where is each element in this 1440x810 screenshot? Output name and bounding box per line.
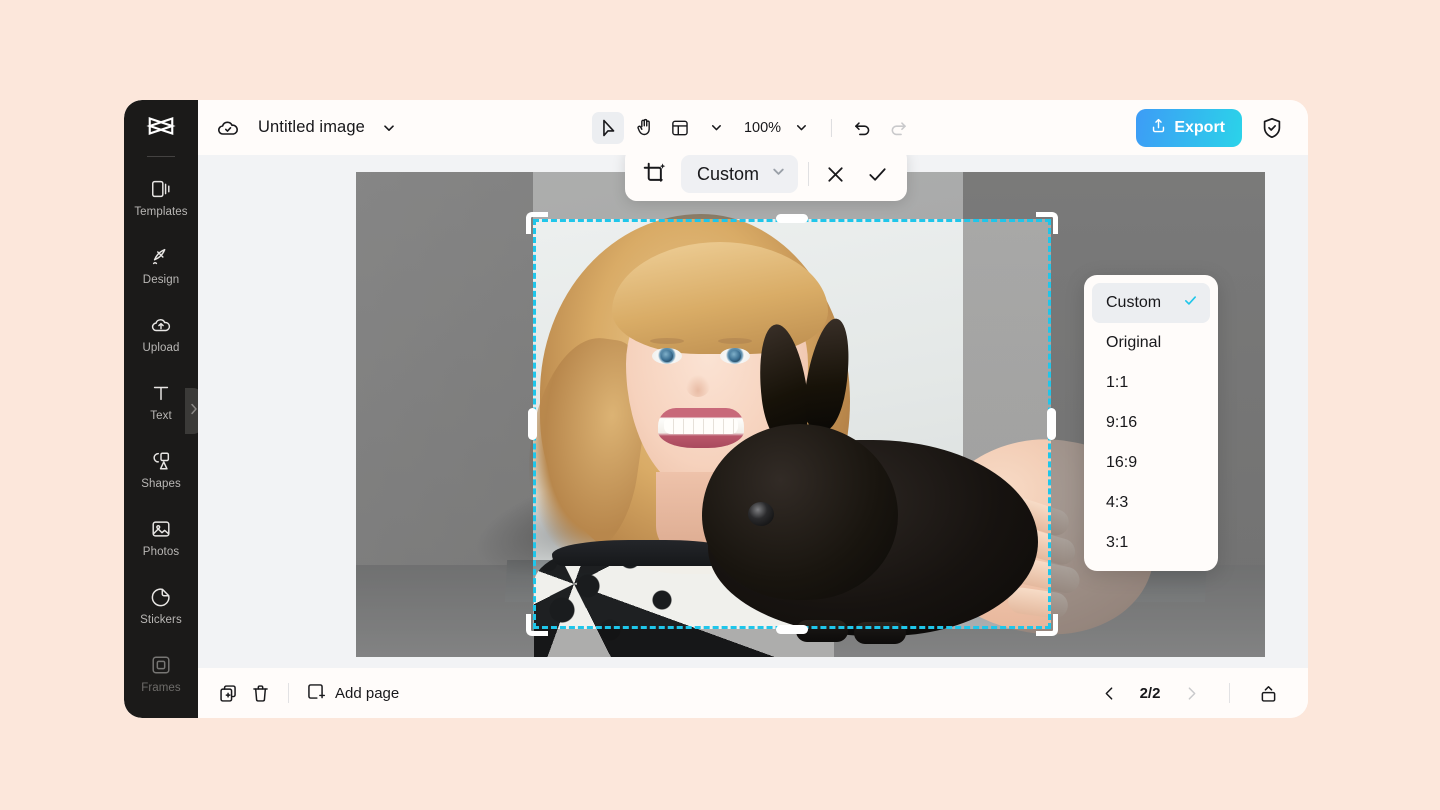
sidebar-item-templates[interactable]: Templates [124, 163, 198, 231]
add-page-label: Add page [335, 685, 399, 702]
sidebar-item-frames[interactable]: Frames [124, 639, 198, 707]
add-page-button[interactable]: Add page [305, 681, 399, 706]
ratio-option-16-9[interactable]: 16:9 [1092, 443, 1210, 483]
stickers-icon [150, 585, 172, 609]
crop-handle-left[interactable] [528, 408, 537, 440]
main-column: Untitled image [198, 100, 1308, 718]
sidebar-item-label: Photos [143, 546, 179, 558]
topbar-right-group: Export [1136, 109, 1288, 147]
top-toolbar: Untitled image [198, 100, 1308, 155]
text-icon [150, 381, 172, 405]
crop-confirm-button[interactable] [861, 158, 893, 190]
aspect-ratio-value: Custom [697, 164, 759, 185]
chevron-left-icon[interactable] [1093, 677, 1125, 709]
crop-handle-bottom-right[interactable] [1036, 614, 1058, 636]
sidebar-item-shapes[interactable]: Shapes [124, 435, 198, 503]
chevron-right-icon [190, 402, 198, 420]
page-indicator: 2/2 [1135, 685, 1165, 702]
templates-icon [150, 177, 172, 201]
design-icon [150, 245, 172, 269]
ratio-option-3-1[interactable]: 3:1 [1092, 523, 1210, 563]
crop-handle-top[interactable] [776, 214, 808, 223]
ratio-option-label: 3:1 [1106, 534, 1128, 552]
upload-cloud-icon [150, 313, 172, 337]
sidebar-item-photos[interactable]: Photos [124, 503, 198, 571]
app-logo[interactable] [124, 100, 198, 156]
crop-handle-right[interactable] [1047, 408, 1056, 440]
page-navigation: 2/2 [1093, 677, 1284, 709]
sidebar-item-label: Design [143, 274, 179, 286]
chevron-down-icon [771, 164, 786, 184]
sidebar-item-label: Stickers [140, 614, 182, 626]
sidebar-item-upload[interactable]: Upload [124, 299, 198, 367]
page-nav-divider [1229, 683, 1230, 703]
ratio-option-1-1[interactable]: 1:1 [1092, 363, 1210, 403]
chevron-right-icon[interactable] [1175, 677, 1207, 709]
ratio-option-original[interactable]: Original [1092, 323, 1210, 363]
sidebar-divider [147, 156, 175, 157]
undo-icon[interactable] [846, 112, 878, 144]
shield-check-icon[interactable] [1256, 112, 1288, 144]
zoom-chevron-down-icon[interactable] [785, 112, 817, 144]
crop-magic-icon[interactable] [639, 158, 671, 190]
shapes-icon [150, 449, 172, 473]
crop-handle-top-right[interactable] [1036, 212, 1058, 234]
ratio-option-label: 1:1 [1106, 374, 1128, 392]
layout-chevron-down-icon[interactable] [700, 112, 732, 144]
ratio-option-custom[interactable]: Custom [1092, 283, 1210, 323]
expand-panel-icon[interactable] [1252, 677, 1284, 709]
sidebar-collapse-toggle[interactable] [185, 388, 198, 434]
sidebar-item-label: Text [150, 410, 172, 422]
upload-share-icon [1150, 117, 1167, 139]
cloud-saved-icon[interactable] [212, 112, 244, 144]
ratio-option-label: 16:9 [1106, 454, 1137, 472]
frames-icon [150, 653, 172, 677]
layout-grid-icon[interactable] [664, 112, 696, 144]
aspect-ratio-dropdown[interactable]: Custom Original 1:1 9:16 [1084, 275, 1218, 571]
crop-handle-bottom-left[interactable] [526, 614, 548, 636]
left-sidebar: Templates Design Upload [124, 100, 198, 718]
crop-handle-bottom[interactable] [776, 625, 808, 634]
aspect-ratio-select[interactable]: Custom [681, 155, 798, 193]
add-page-icon [305, 681, 326, 706]
hand-pan-icon[interactable] [628, 112, 660, 144]
ratio-option-label: Original [1106, 334, 1161, 352]
crop-dashed-border [533, 219, 1051, 629]
sidebar-item-label: Frames [141, 682, 181, 694]
ratio-option-9-16[interactable]: 9:16 [1092, 403, 1210, 443]
export-label: Export [1174, 119, 1225, 137]
cursor-select-icon[interactable] [592, 112, 624, 144]
ratio-option-label: 4:3 [1106, 494, 1128, 512]
bottom-toolbar: Add page 2/2 [198, 668, 1308, 718]
center-tool-group: 100% [592, 112, 914, 144]
bottom-divider [288, 683, 289, 703]
title-chevron-down-icon[interactable] [373, 112, 405, 144]
ratio-option-label: Custom [1106, 294, 1161, 312]
ratio-option-4-3[interactable]: 4:3 [1092, 483, 1210, 523]
sidebar-item-stickers[interactable]: Stickers [124, 571, 198, 639]
ratio-option-label: 9:16 [1106, 414, 1137, 432]
crop-toolbar: Custom [625, 155, 907, 201]
crop-toolbar-divider [808, 162, 809, 186]
sidebar-item-label: Shapes [141, 478, 181, 490]
redo-icon[interactable] [882, 112, 914, 144]
toolbar-divider [831, 119, 832, 137]
crop-selection-frame[interactable] [533, 219, 1051, 629]
sidebar-item-design[interactable]: Design [124, 231, 198, 299]
document-title[interactable]: Untitled image [258, 118, 365, 137]
zoom-level-value[interactable]: 100% [744, 120, 781, 136]
sidebar-item-label: Templates [134, 206, 187, 218]
photos-icon [150, 517, 172, 541]
capcut-logo-icon [146, 111, 176, 146]
crop-cancel-button[interactable] [819, 158, 851, 190]
export-button[interactable]: Export [1136, 109, 1242, 147]
check-icon [1183, 293, 1198, 313]
app-window: Templates Design Upload [124, 100, 1308, 718]
canvas-area[interactable]: Custom [198, 155, 1308, 668]
sidebar-item-label: Upload [142, 342, 179, 354]
trash-icon[interactable] [244, 677, 276, 709]
duplicate-page-icon[interactable] [212, 677, 244, 709]
crop-handle-top-left[interactable] [526, 212, 548, 234]
